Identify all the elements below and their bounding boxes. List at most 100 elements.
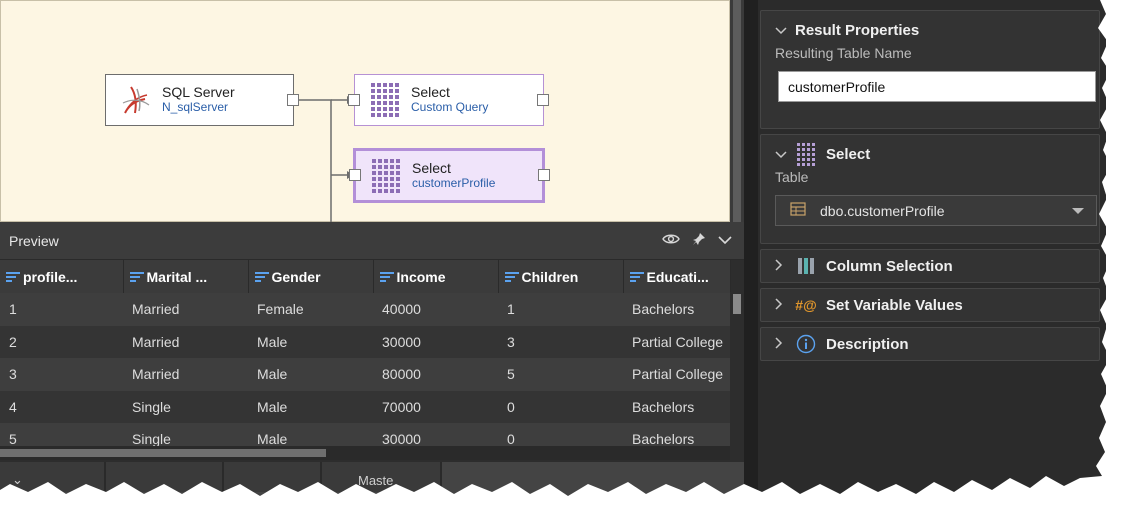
canvas-vertical-scrollbar[interactable] — [730, 0, 744, 222]
bottom-tab[interactable] — [224, 462, 322, 492]
table-cell: 0 — [498, 390, 623, 423]
column-header[interactable]: Children — [498, 260, 624, 293]
design-canvas[interactable]: SQL Server N_sqlServer Select Custom Que… — [0, 0, 730, 223]
table-row[interactable]: 4 Single Male 70000 0 Bachelors — [0, 390, 730, 423]
column-header[interactable]: profile... — [0, 260, 124, 293]
chevron-right-icon — [775, 258, 795, 274]
preview-panel: Preview profile... Marital ... Gender In… — [0, 222, 744, 462]
table-row[interactable]: 1 Married Female 40000 1 Bachelors — [0, 293, 730, 326]
table-grid-icon — [365, 80, 405, 120]
scrollbar-thumb[interactable] — [0, 449, 326, 457]
scrollbar-thumb[interactable] — [733, 294, 741, 314]
section-title: Column Selection — [826, 257, 953, 275]
chevron-right-icon — [775, 336, 795, 352]
bottom-tab[interactable] — [106, 462, 224, 492]
chevron-down-icon — [775, 23, 795, 38]
scrollbar-thumb[interactable] — [733, 0, 741, 222]
node-subtitle: customerProfile — [412, 175, 496, 190]
table-cell: Single — [123, 390, 248, 423]
sql-server-icon — [116, 80, 156, 120]
column-header[interactable]: Gender — [248, 260, 374, 293]
chevron-down-icon[interactable] — [718, 232, 732, 249]
bottom-tab-strip: ⌄ Maste — [0, 462, 744, 514]
select-section: Select Table dbo.customerProfile — [760, 134, 1100, 244]
column-header[interactable]: Educati... — [623, 260, 731, 293]
set-variable-values-section[interactable]: #@ Set Variable Values — [760, 288, 1100, 322]
input-port[interactable] — [349, 169, 361, 181]
table-cell: Male — [248, 390, 373, 423]
left-workspace: SQL Server N_sqlServer Select Custom Que… — [0, 0, 744, 514]
table-cell: Married — [123, 325, 248, 358]
select-header[interactable]: Select — [761, 135, 1099, 173]
dropdown-caret-icon — [1072, 207, 1084, 214]
table-select-value: dbo.customerProfile — [820, 202, 945, 219]
column-header-label: Educati... — [646, 268, 709, 285]
column-type-icon — [6, 272, 20, 283]
column-header-label: Marital ... — [146, 268, 208, 285]
column-header-label: Gender — [271, 268, 321, 285]
table-cell: Female — [248, 293, 373, 326]
bottom-tab[interactable]: Maste — [322, 462, 442, 492]
column-header-label: Children — [521, 268, 579, 285]
table-cell: 3 — [0, 358, 123, 391]
table-row[interactable]: 3 Married Male 80000 5 Partial College — [0, 358, 730, 391]
section-title: Set Variable Values — [826, 296, 963, 314]
pin-icon[interactable] — [692, 232, 706, 250]
table-cell: Bachelors — [623, 390, 730, 423]
table-select-dropdown[interactable]: dbo.customerProfile — [775, 195, 1097, 226]
chevron-down-icon: ⌄ — [12, 472, 23, 487]
column-header[interactable]: Income — [373, 260, 499, 293]
section-title: Select — [826, 145, 871, 163]
node-select-custom-query[interactable]: Select Custom Query — [348, 74, 549, 126]
description-section[interactable]: Description — [760, 327, 1100, 361]
output-port[interactable] — [537, 94, 549, 106]
table-cell: Male — [248, 325, 373, 358]
table-cell: Partial College — [623, 325, 730, 358]
output-port[interactable] — [287, 94, 299, 106]
bottom-tab[interactable]: ⌄ — [0, 462, 106, 492]
node-subtitle: Custom Query — [411, 100, 489, 114]
node-sql-server[interactable]: SQL Server N_sqlServer — [105, 74, 299, 126]
chevron-down-icon — [775, 147, 795, 162]
bottom-tab-label: Maste — [358, 473, 394, 488]
table-icon — [790, 202, 806, 219]
table-cell: Male — [248, 358, 373, 391]
table-cell: 40000 — [373, 293, 498, 326]
column-type-icon — [254, 272, 269, 283]
table-row[interactable]: 2 Married Male 30000 3 Partial College — [0, 325, 730, 358]
table-grid-icon — [795, 142, 817, 166]
column-type-icon — [504, 272, 519, 283]
column-header[interactable]: Marital ... — [123, 260, 249, 293]
input-port[interactable] — [348, 94, 360, 106]
chevron-right-icon — [775, 297, 795, 313]
table-cell: Married — [123, 293, 248, 326]
result-properties-header[interactable]: Result Properties — [761, 11, 1099, 49]
table-header-row: profile... Marital ... Gender Income Chi… — [0, 260, 731, 293]
table-grid-icon — [366, 156, 406, 196]
info-icon — [795, 334, 817, 354]
resulting-table-name-input[interactable]: customerProfile — [778, 71, 1096, 102]
preview-horizontal-scrollbar[interactable] — [0, 446, 730, 460]
preview-vertical-scrollbar[interactable] — [730, 292, 744, 462]
table-cell: 4 — [0, 390, 123, 423]
column-selection-header[interactable]: Column Selection — [761, 250, 1099, 282]
set-variable-values-header[interactable]: #@ Set Variable Values — [761, 289, 1099, 321]
node-select-customer-profile[interactable]: Select customerProfile — [349, 148, 550, 203]
table-cell: 1 — [0, 293, 123, 326]
node-title: Select — [412, 159, 451, 176]
column-type-icon — [379, 272, 394, 283]
output-port[interactable] — [538, 169, 550, 181]
description-header[interactable]: Description — [761, 328, 1099, 360]
eye-icon[interactable] — [662, 232, 680, 249]
table-label: Table — [775, 169, 809, 185]
column-type-icon — [129, 272, 144, 283]
columns-icon — [795, 256, 817, 276]
section-title: Description — [826, 335, 909, 353]
node-title: SQL Server — [162, 84, 235, 100]
column-selection-section[interactable]: Column Selection — [760, 249, 1100, 283]
resulting-table-name-label: Resulting Table Name — [775, 45, 912, 61]
column-type-icon — [629, 272, 644, 283]
variable-icon: #@ — [795, 297, 817, 313]
table-cell: Partial College — [623, 358, 730, 391]
column-header-label: profile... — [23, 268, 78, 285]
